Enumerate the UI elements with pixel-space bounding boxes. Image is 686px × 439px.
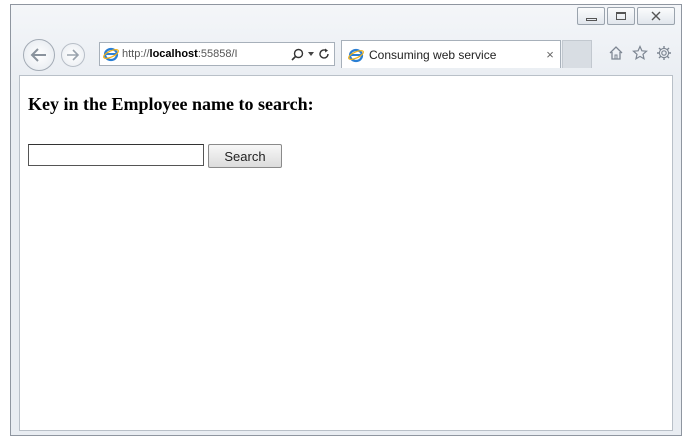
page-heading: Key in the Employee name to search:	[28, 94, 314, 114]
refresh-icon[interactable]	[318, 48, 330, 60]
ie-logo-icon	[348, 48, 364, 62]
back-button[interactable]	[23, 39, 55, 71]
dropdown-arrow-icon[interactable]	[307, 50, 315, 58]
search-button[interactable]: Search	[208, 144, 282, 168]
tab-title: Consuming web service	[369, 47, 497, 62]
ie-logo-icon	[103, 47, 119, 62]
tab-consuming-web-service[interactable]: Consuming web service ×	[341, 40, 561, 68]
maximize-icon	[616, 12, 626, 20]
employee-name-input[interactable]	[28, 144, 204, 166]
address-bar[interactable]: http://localhost:55858/I	[99, 42, 335, 66]
page-content: Key in the Employee name to search: Sear…	[19, 75, 673, 431]
close-icon	[651, 11, 661, 21]
back-arrow-icon	[30, 48, 46, 62]
browser-window: http://localhost:55858/I Consuming web s…	[10, 4, 682, 436]
search-icon[interactable]	[291, 48, 304, 61]
gear-icon	[657, 46, 671, 60]
command-icons	[607, 44, 673, 62]
new-tab-button[interactable]	[562, 40, 592, 68]
favorites-button[interactable]	[631, 44, 649, 62]
maximize-button[interactable]	[607, 7, 635, 25]
close-window-button[interactable]	[637, 7, 675, 25]
browser-toolbar: http://localhost:55858/I Consuming web s…	[11, 35, 681, 73]
home-icon	[609, 46, 623, 60]
tab-close-button[interactable]: ×	[540, 47, 560, 62]
star-icon	[632, 45, 648, 61]
minimize-icon	[585, 17, 597, 21]
forward-arrow-icon	[67, 49, 80, 61]
settings-button[interactable]	[655, 44, 673, 62]
home-button[interactable]	[607, 44, 625, 62]
minimize-button[interactable]	[577, 7, 605, 25]
url-text: http://localhost:55858/I	[122, 48, 238, 60]
forward-button[interactable]	[61, 43, 85, 67]
window-caption-buttons	[577, 7, 675, 25]
